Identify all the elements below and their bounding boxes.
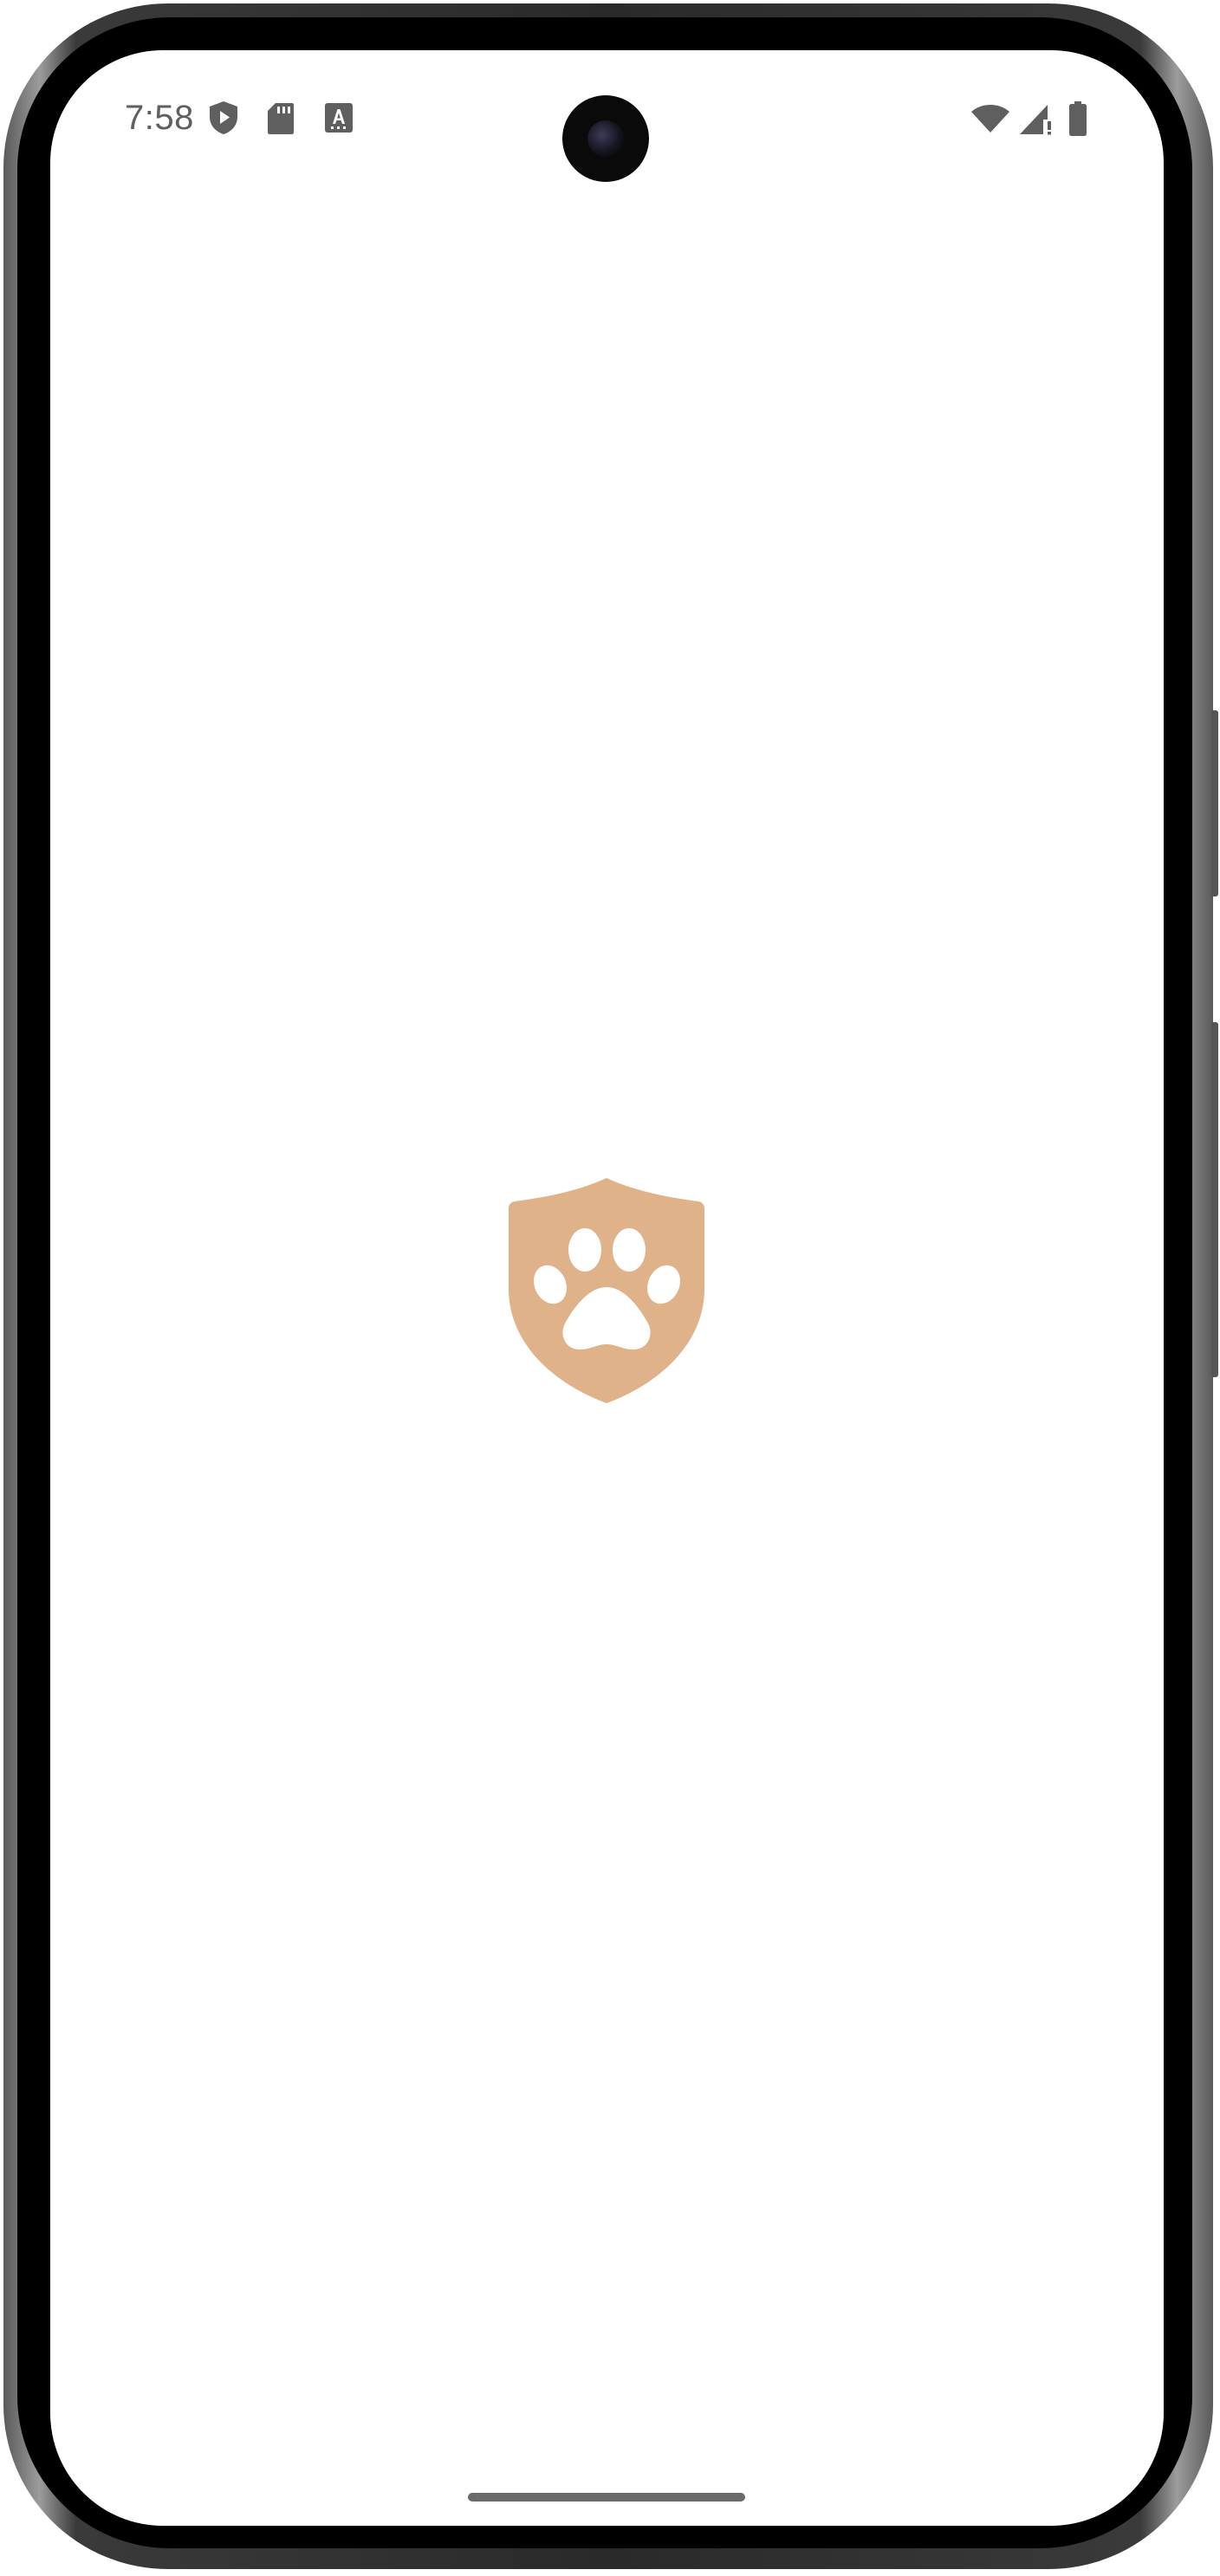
phone-device: 7:58	[0, 0, 1220, 2576]
front-camera	[562, 95, 649, 182]
cell-signal-no-service-icon	[1020, 105, 1051, 135]
volume-button	[1211, 1022, 1218, 1377]
play-protect-icon	[210, 101, 237, 134]
battery-icon	[1069, 101, 1087, 136]
sd-card-icon	[268, 103, 294, 134]
app-screen: 7:58	[50, 50, 1164, 2526]
camera-lens	[587, 120, 624, 157]
status-time: 7:58	[125, 99, 194, 137]
home-indicator[interactable]	[468, 2493, 745, 2502]
keyboard-a-icon	[325, 103, 353, 133]
shield-paw-icon	[509, 1178, 704, 1403]
wifi-icon	[971, 105, 1009, 133]
power-button	[1211, 710, 1218, 896]
